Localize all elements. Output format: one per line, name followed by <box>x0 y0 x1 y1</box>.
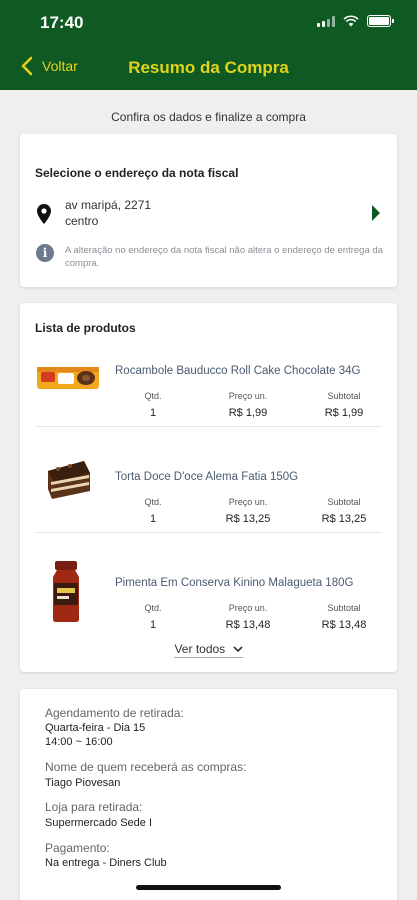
subtotal-label: Subtotal <box>327 497 361 507</box>
page-subtitle: Confira os dados e finalize a compra <box>111 110 306 124</box>
product-price: Preço un. R$ 13,25 <box>220 497 276 525</box>
payment-label: Pagamento: <box>45 841 110 855</box>
price-value: R$ 13,25 <box>225 513 271 525</box>
product-name: Torta Doce D'oce Alema Fatia 150G <box>115 471 299 483</box>
subtotal-label: Subtotal <box>327 603 361 613</box>
subtotal-value: R$ 13,48 <box>321 619 367 631</box>
see-all-button[interactable]: Ver todos <box>20 642 397 658</box>
product-price: Preço un. R$ 1,99 <box>220 391 276 419</box>
product-subtotal: Subtotal R$ 13,48 <box>316 603 372 631</box>
product-subtotal: Subtotal R$ 13,25 <box>316 497 372 525</box>
see-all-label: Ver todos <box>174 642 226 656</box>
info-icon: i <box>36 244 54 262</box>
product-qty: Qtd. 1 <box>138 497 168 525</box>
schedule-card: Agendamento de retirada: Quarta-feira - … <box>20 689 397 900</box>
product-price: Preço un. R$ 13,48 <box>220 603 276 631</box>
pickup-time: 14:00 ~ 16:00 <box>45 736 113 748</box>
battery-icon <box>367 15 394 27</box>
signal-icon <box>317 15 335 27</box>
product-image <box>37 367 99 389</box>
app-header: Voltar Resumo da Compra <box>0 46 417 90</box>
qty-label: Qtd. <box>144 391 162 401</box>
price-label: Preço un. <box>228 497 268 507</box>
product-item: Torta Doce D'oce Alema Fatia 150G Qtd. 1… <box>20 427 397 533</box>
status-icons <box>317 15 394 27</box>
address-info-text: A alteração no endereço da nota fiscal n… <box>65 245 383 269</box>
store-name: Supermercado Sede I <box>45 817 153 829</box>
price-value: R$ 1,99 <box>228 407 268 419</box>
pickup-day: Quarta-feira - Dia 15 <box>45 722 146 734</box>
subtotal-value: R$ 1,99 <box>324 407 364 419</box>
product-name: Pimenta Em Conserva Kinino Malagueta 180… <box>115 577 354 589</box>
product-item: Pimenta Em Conserva Kinino Malagueta 180… <box>20 533 397 639</box>
wifi-icon <box>343 15 359 27</box>
address-card: Selecione o endereço da nota fiscal av m… <box>20 134 397 287</box>
store-label: Loja para retirada: <box>45 800 143 814</box>
address-card-title: Selecione o endereço da nota fiscal <box>35 166 239 180</box>
product-image <box>53 561 79 622</box>
address-street[interactable]: av maripá, 2271 <box>65 198 151 212</box>
receiver-name: Tiago Piovesan <box>45 777 121 789</box>
address-district[interactable]: centro <box>65 214 98 228</box>
qty-value: 1 <box>149 513 157 525</box>
page-title: Resumo da Compra <box>128 58 289 77</box>
qty-label: Qtd. <box>144 497 162 507</box>
qty-label: Qtd. <box>144 603 162 613</box>
receiver-label: Nome de quem receberá as compras: <box>45 760 247 774</box>
qty-value: 1 <box>149 619 157 631</box>
product-qty: Qtd. 1 <box>138 391 168 419</box>
price-label: Preço un. <box>228 391 268 401</box>
location-pin-icon <box>37 204 51 224</box>
status-bar: 17:40 <box>0 0 417 46</box>
product-name: Rocambole Bauducco Roll Cake Chocolate 3… <box>115 365 361 377</box>
price-label: Preço un. <box>228 603 268 613</box>
chevron-down-icon <box>232 646 243 653</box>
price-value: R$ 13,48 <box>225 619 271 631</box>
subtotal-value: R$ 13,25 <box>321 513 367 525</box>
home-indicator <box>136 885 281 890</box>
product-image <box>48 461 90 499</box>
product-subtotal: Subtotal R$ 1,99 <box>316 391 372 419</box>
chevron-right-icon[interactable] <box>371 204 381 222</box>
payment-value: Na entrega - Diners Club <box>45 857 167 869</box>
status-time: 17:40 <box>40 13 84 32</box>
qty-value: 1 <box>149 407 157 419</box>
subtotal-label: Subtotal <box>327 391 361 401</box>
product-item: Rocambole Bauducco Roll Cake Chocolate 3… <box>20 321 397 427</box>
pickup-label: Agendamento de retirada: <box>45 706 184 720</box>
products-card: Lista de produtos Rocambole Bauducco Rol… <box>20 303 397 672</box>
product-qty: Qtd. 1 <box>138 603 168 631</box>
